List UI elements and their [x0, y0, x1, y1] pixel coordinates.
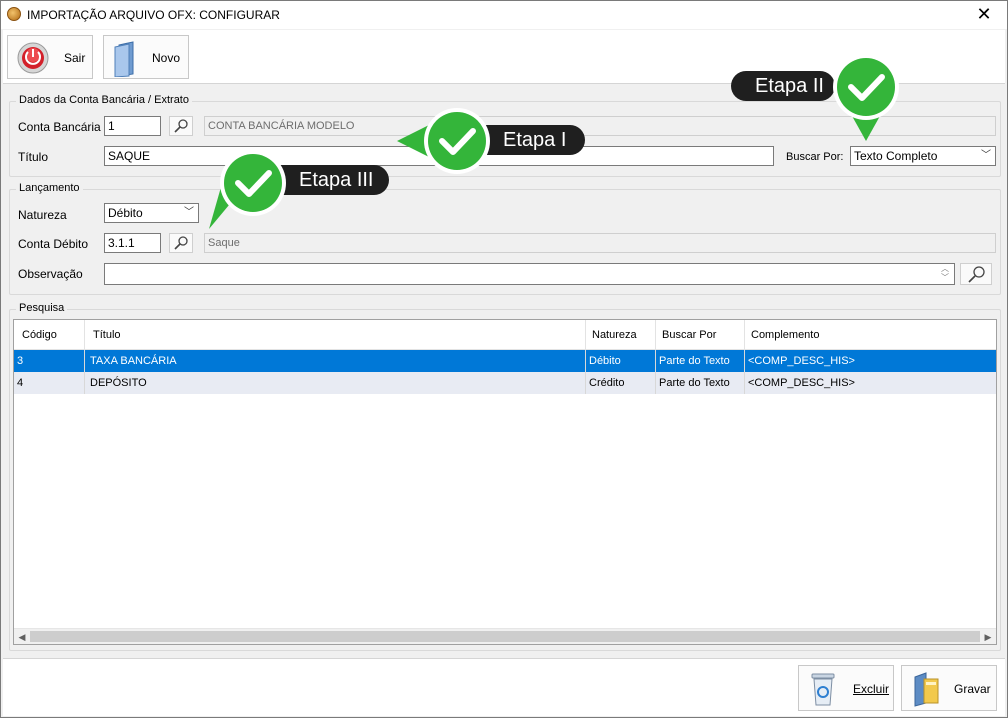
excluir-button[interactable]: Excluir: [798, 665, 894, 711]
natureza-select[interactable]: Débito ﹀: [104, 203, 199, 223]
novo-label: Novo: [152, 51, 181, 65]
cell-natureza: Crédito: [586, 372, 656, 394]
conta-debito-search-button[interactable]: [169, 233, 193, 253]
search-icon: [174, 119, 188, 133]
close-icon[interactable]: ✕: [969, 3, 999, 25]
check-icon: [209, 150, 286, 229]
dados-conta-group-title: Dados da Conta Bancária / Extrato: [16, 94, 192, 106]
check-icon: [833, 54, 899, 141]
scroll-down-icon: ﹀: [941, 273, 949, 282]
column-header-complemento[interactable]: Complemento: [745, 320, 996, 350]
natureza-value: Débito: [108, 206, 143, 220]
power-icon: [17, 42, 49, 74]
new-document-icon: [114, 41, 134, 77]
table-row[interactable]: 4 DEPÓSITO Crédito Parte do Texto <COMP_…: [14, 372, 996, 394]
cell-complemento: <COMP_DESC_HIS>: [748, 377, 855, 389]
chevron-down-icon: ﹀: [184, 207, 194, 218]
cell-buscar-por: Parte do Texto: [656, 372, 745, 394]
cell-titulo: TAXA BANCÁRIA: [85, 350, 586, 372]
cell-buscar-por: Parte do Texto: [656, 350, 745, 372]
cell-titulo: DEPÓSITO: [85, 372, 586, 394]
pesquisa-grid[interactable]: Código Título Natureza Buscar Por Comple…: [13, 319, 997, 645]
scroll-left-icon[interactable]: ◀: [14, 629, 30, 644]
chevron-down-icon: ﹀: [981, 150, 991, 161]
conta-debito-label: Conta Débito: [18, 237, 89, 251]
etapa-i-label: Etapa I: [503, 129, 567, 151]
cell-complemento: <COMP_DESC_HIS>: [748, 355, 855, 367]
cell-natureza: Débito: [586, 350, 656, 372]
column-header-codigo[interactable]: Código: [14, 320, 85, 350]
scrollbar-thumb[interactable]: [30, 631, 980, 642]
save-folder-icon: [914, 672, 939, 707]
title-bar: IMPORTAÇÃO ARQUIVO OFX: CONFIGURAR ✕: [1, 1, 1007, 29]
sair-button[interactable]: Sair: [7, 35, 93, 79]
buscar-por-value: Texto Completo: [854, 149, 938, 163]
titulo-label: Título: [18, 150, 49, 164]
sair-label: Sair: [64, 51, 86, 65]
footer-bar: Excluir Gravar: [3, 658, 1005, 716]
cell-codigo: 3: [14, 350, 85, 372]
novo-button[interactable]: Novo: [103, 35, 189, 79]
app-icon: [7, 7, 21, 21]
search-icon: [968, 266, 985, 283]
pesquisa-group-title: Pesquisa: [16, 302, 68, 314]
column-header-titulo[interactable]: Título: [85, 320, 586, 350]
observacao-search-button[interactable]: [960, 263, 992, 285]
observacao-label: Observação: [18, 267, 83, 281]
main-window: IMPORTAÇÃO ARQUIVO OFX: CONFIGURAR ✕ Sai…: [0, 0, 1008, 718]
etapa-ii-label: Etapa II: [755, 75, 824, 97]
etapa-ii-callout: Etapa II: [731, 71, 835, 101]
check-icon: [397, 108, 490, 174]
observacao-spinner[interactable]: ︿ ﹀: [938, 264, 952, 283]
table-row[interactable]: 3 TAXA BANCÁRIA Débito Parte do Texto <C…: [14, 350, 996, 372]
buscar-por-label: Buscar Por:: [786, 151, 844, 163]
recycle-bin-icon: [811, 673, 835, 706]
excluir-label: Excluir: [853, 682, 890, 696]
conta-bancaria-label: Conta Bancária: [18, 120, 101, 134]
gravar-button[interactable]: Gravar: [901, 665, 997, 711]
observacao-input[interactable]: [104, 263, 955, 285]
buscar-por-select[interactable]: Texto Completo ﹀: [850, 146, 996, 166]
conta-bancaria-search-button[interactable]: [169, 116, 193, 136]
window-title: IMPORTAÇÃO ARQUIVO OFX: CONFIGURAR: [27, 8, 280, 22]
cell-codigo: 4: [14, 372, 85, 394]
conta-bancaria-input[interactable]: 1: [104, 116, 161, 136]
scroll-right-icon[interactable]: ▶: [980, 629, 996, 644]
column-header-natureza[interactable]: Natureza: [586, 320, 656, 350]
lancamento-group-title: Lançamento: [16, 182, 83, 194]
conta-debito-description: Saque: [204, 233, 996, 253]
etapa-iii-label: Etapa III: [299, 169, 374, 191]
conta-debito-input[interactable]: 3.1.1: [104, 233, 161, 253]
gravar-label: Gravar: [954, 682, 991, 696]
column-header-buscar-por[interactable]: Buscar Por: [656, 320, 745, 350]
grid-header: Código Título Natureza Buscar Por Comple…: [14, 320, 996, 350]
horizontal-scrollbar[interactable]: ◀ ▶: [14, 628, 996, 644]
search-icon: [174, 236, 188, 250]
natureza-label: Natureza: [18, 208, 67, 222]
